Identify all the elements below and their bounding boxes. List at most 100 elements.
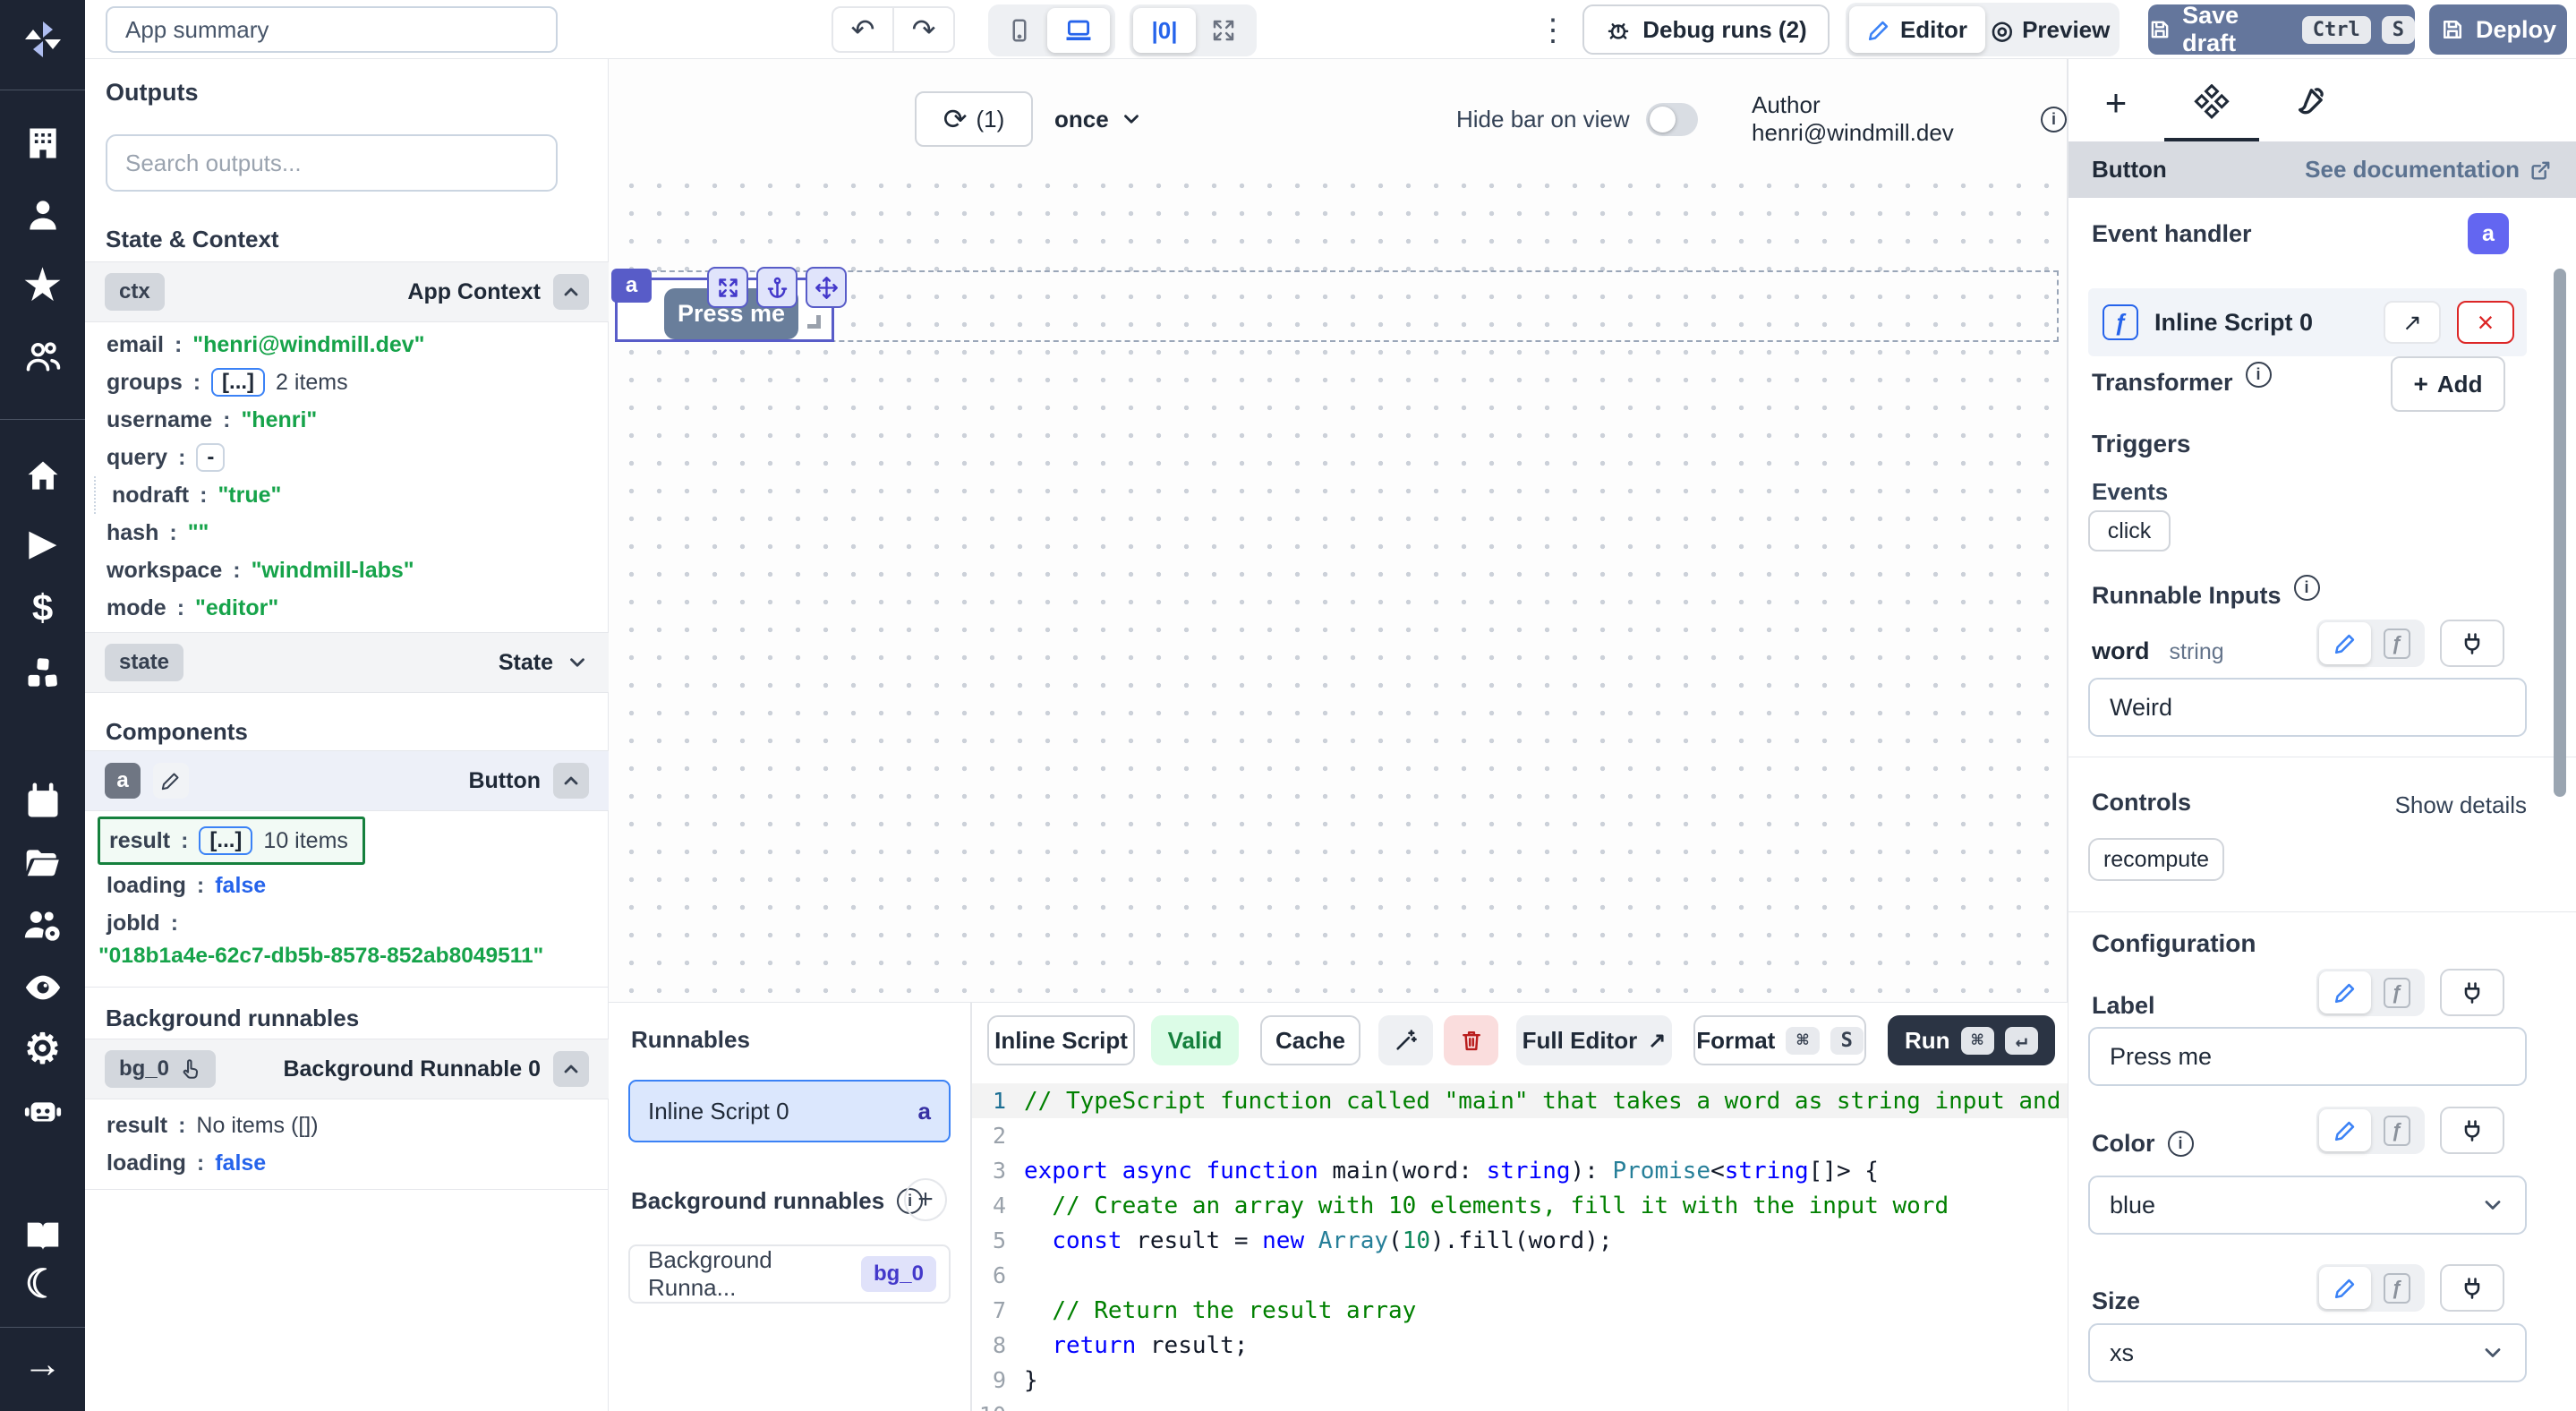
app-canvas[interactable]: ⟳ (1) once Hide bar on view Author henri… (609, 59, 2068, 1003)
label-value-input[interactable]: Press me (2088, 1027, 2527, 1086)
output-row-loading[interactable]: loading: false (85, 867, 609, 904)
expr-mode-button[interactable]: ƒ (2371, 1273, 2422, 1304)
static-mode-button[interactable] (2319, 622, 2371, 664)
info-icon[interactable]: i (2041, 107, 2067, 133)
insert-component-tab[interactable]: + (2094, 81, 2138, 125)
fullwidth-layout-button[interactable] (1196, 9, 1251, 52)
bg0-row-result[interactable]: result: No items ([]) (85, 1107, 609, 1144)
code-line[interactable]: 1// TypeScript function called "main" th… (972, 1083, 2068, 1118)
theme-tab[interactable] (2286, 81, 2331, 125)
collapse-bg0-button[interactable] (553, 1051, 589, 1087)
expr-mode-button[interactable]: ƒ (2371, 1116, 2422, 1146)
canvas-grid[interactable]: a Press me − 100% + (609, 161, 2068, 1003)
result-highlight-box[interactable]: result: [...] 10 items (98, 817, 365, 865)
output-row-groups[interactable]: groups: [...] 2 items (85, 363, 609, 401)
code-line[interactable]: 5 const result = new Array(10).fill(word… (972, 1223, 2068, 1258)
word-connect-button[interactable] (2440, 620, 2504, 667)
collapse-component-button[interactable] (553, 763, 589, 799)
label-connect-button[interactable] (2440, 969, 2504, 1016)
app-summary-input[interactable]: App summary (106, 6, 558, 53)
code-line[interactable]: 6 (972, 1258, 2068, 1293)
bg0-row-loading[interactable]: loading: false (85, 1144, 609, 1182)
code-line[interactable]: 8 return result; (972, 1328, 2068, 1363)
bg0-header-row[interactable]: bg_0 Background Runnable 0 (85, 1039, 609, 1099)
code-lines[interactable]: 1// TypeScript function called "main" th… (972, 1083, 2068, 1411)
state-header-row[interactable]: state State (85, 632, 609, 693)
chevron-down-icon[interactable] (566, 651, 589, 674)
full-editor-button[interactable]: Full Editor ↗ (1516, 1015, 1672, 1065)
more-menu-button[interactable]: ⋮ (1535, 7, 1571, 54)
centered-layout-button[interactable]: |0| (1133, 8, 1196, 53)
runnable-item-selected[interactable]: Inline Script 0 a (628, 1080, 951, 1142)
refresh-mode-dropdown[interactable]: once (1054, 91, 1143, 147)
user-icon[interactable] (0, 193, 85, 236)
save-draft-button[interactable]: Save draft Ctrl S (2148, 4, 2415, 55)
schedules-calendar-icon[interactable] (0, 781, 85, 824)
color-select[interactable]: blue (2088, 1176, 2527, 1235)
output-row-mode[interactable]: mode: "editor" (85, 589, 609, 627)
groups-admin-icon[interactable] (0, 904, 85, 947)
search-outputs-input[interactable]: Search outputs... (106, 134, 558, 192)
editor-tab[interactable]: Editor (1849, 6, 1985, 53)
output-row-email[interactable]: email: "henri@windmill.dev" (85, 326, 609, 363)
ai-robot-icon[interactable] (0, 1090, 85, 1133)
rename-component-button[interactable] (153, 763, 189, 799)
expr-mode-button[interactable]: ƒ (2371, 978, 2422, 1008)
code-line[interactable]: 10 (972, 1398, 2068, 1411)
delete-script-button[interactable] (1444, 1015, 1498, 1065)
preview-tab[interactable]: ◎ Preview (1985, 6, 2116, 53)
static-mode-button[interactable] (2319, 1109, 2371, 1151)
remove-script-button[interactable]: × (2457, 301, 2514, 344)
output-row-workspace[interactable]: workspace: "windmill-labs" (85, 552, 609, 589)
code-line[interactable]: 3export async function main(word: string… (972, 1153, 2068, 1188)
info-icon[interactable]: i (2168, 1131, 2194, 1157)
inline-script-row[interactable]: ƒ Inline Script 0 ↗ × (2088, 288, 2527, 356)
static-mode-button[interactable] (2319, 1267, 2371, 1309)
recompute-chip[interactable]: recompute (2088, 838, 2224, 881)
audit-eye-icon[interactable] (0, 966, 85, 1009)
folders-icon[interactable] (0, 842, 85, 885)
favorites-star-icon[interactable]: ★ (0, 263, 85, 306)
color-connect-button[interactable] (2440, 1107, 2504, 1154)
ctx-header-row[interactable]: ctx App Context (85, 261, 609, 322)
expand-rail-arrow-icon[interactable]: → (0, 1343, 85, 1386)
background-runnable-item[interactable]: Background Runna... bg_0 (628, 1244, 951, 1304)
ai-assist-button[interactable] (1378, 1015, 1433, 1065)
dark-mode-moon-icon[interactable]: ☾ (0, 1262, 85, 1305)
output-row-jobid[interactable]: jobId: (85, 904, 609, 942)
hide-bar-toggle[interactable] (1646, 103, 1698, 136)
home-icon[interactable] (0, 455, 85, 498)
size-connect-button[interactable] (2440, 1264, 2504, 1312)
size-select[interactable]: xs (2088, 1323, 2527, 1382)
format-button[interactable]: Format ⌘ S (1693, 1015, 1866, 1065)
code-line[interactable]: 9} (972, 1363, 2068, 1398)
info-icon[interactable]: i (2246, 362, 2272, 388)
resize-handle[interactable] (807, 315, 821, 329)
variables-dollar-icon[interactable]: $ (0, 586, 85, 629)
groups-icon[interactable] (0, 335, 85, 378)
workspace-building-icon[interactable] (0, 122, 85, 165)
deploy-button[interactable]: Deploy (2429, 4, 2567, 55)
redo-button[interactable]: ↷ (894, 8, 953, 51)
output-row-hash[interactable]: hash: "" (85, 514, 609, 552)
undo-button[interactable]: ↶ (833, 8, 894, 51)
refresh-app-button[interactable]: ⟳ (1) (915, 91, 1033, 147)
array-badge[interactable]: [...] (211, 368, 265, 397)
runs-play-icon[interactable]: ▶ (0, 521, 85, 564)
anchor-component-button[interactable] (756, 267, 798, 308)
run-button[interactable]: Run ⌘ ↵ (1888, 1015, 2055, 1065)
expr-mode-button[interactable]: ƒ (2371, 629, 2422, 659)
word-value-input[interactable]: Weird (2088, 678, 2527, 737)
output-row-nodraft[interactable]: nodraft: "true" (94, 476, 609, 514)
show-details-link[interactable]: Show details (2379, 791, 2527, 819)
docs-book-icon[interactable] (0, 1215, 85, 1258)
mobile-view-button[interactable] (992, 9, 1047, 52)
click-event-chip[interactable]: click (2088, 510, 2171, 552)
script-name-button[interactable]: Inline Script (987, 1015, 1135, 1065)
object-badge[interactable]: - (196, 443, 225, 472)
add-transformer-button[interactable]: + Add (2391, 356, 2505, 412)
add-background-runnable-button[interactable]: + (904, 1178, 947, 1221)
resources-cubes-icon[interactable] (0, 652, 85, 695)
desktop-view-button[interactable] (1047, 8, 1110, 53)
code-line[interactable]: 4 // Create an array with 10 elements, f… (972, 1188, 2068, 1223)
